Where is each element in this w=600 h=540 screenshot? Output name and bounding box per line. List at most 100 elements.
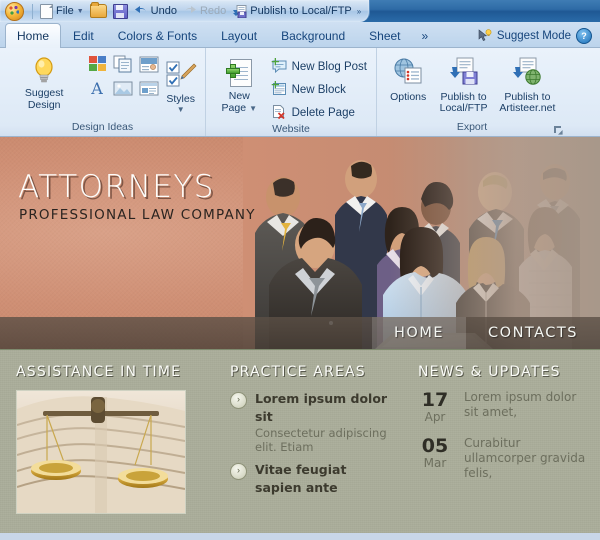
publish-disk-icon: [449, 57, 479, 89]
styles-brush-icon: [165, 60, 197, 93]
ribbon-groups: Suggest Design A Styles ▼ Design Ideas N…: [0, 48, 600, 136]
dialog-launcher-icon[interactable]: [554, 126, 563, 135]
site-banner[interactable]: ATTORNEYS PROFESSIONAL LAW COMPANY HOME …: [0, 137, 600, 349]
qat-publish-button[interactable]: Publish to Local/FTP »: [229, 2, 363, 20]
qat-separator: [32, 3, 33, 19]
content-layout-icon[interactable]: [138, 78, 160, 98]
qat-save-button[interactable]: [110, 2, 131, 20]
title-bar: File ▼ Undo Redo Publish to Local/FTP »: [0, 0, 600, 22]
group-label-design-ideas: Design Ideas: [71, 121, 134, 133]
color-swatches-icon[interactable]: [86, 54, 108, 74]
ribbon-right-controls: Suggest Mode ?: [478, 28, 600, 47]
list-item[interactable]: 05 Mar Curabitur ullamcorper gravida fel…: [418, 436, 590, 481]
group-label-export-text: Export: [456, 121, 488, 133]
new-page-icon: [226, 58, 253, 88]
publish-local-ftp-button[interactable]: Publish to Local/FTP: [433, 54, 493, 115]
site-nav-bar: HOME CONTACTS: [0, 317, 600, 349]
suggest-design-button[interactable]: Suggest Design: [6, 52, 82, 111]
application-menu-button[interactable]: [5, 1, 24, 21]
qat-file-label: File: [56, 5, 74, 17]
news-heading: NEWS & UPDATES: [418, 364, 561, 380]
new-block-icon: [270, 81, 287, 99]
design-ideas-icon-grid: A: [84, 52, 162, 100]
list-item[interactable]: 17 Apr Lorem ipsum dolor sit amet,: [418, 390, 590, 424]
new-blog-post-icon: [270, 58, 287, 76]
tab-background[interactable]: Background: [269, 24, 357, 47]
practice-item-title: Lorem ipsum dolor sit: [255, 391, 388, 424]
list-item[interactable]: › Vitae feugiat sapien ante: [230, 461, 390, 497]
copy-pages-icon[interactable]: [112, 54, 134, 74]
options-label: Options: [390, 90, 427, 103]
new-page-button[interactable]: New Page ▼: [212, 52, 267, 114]
picture-icon[interactable]: [112, 78, 134, 98]
options-button[interactable]: Options: [383, 54, 433, 103]
site-content-area: ASSISTANCE IN TIME PRACTICE AREAS › Lore…: [0, 349, 600, 533]
new-page-label-2: Page: [221, 101, 247, 114]
practice-areas-list: › Lorem ipsum dolor sit Consectetur adip…: [230, 390, 390, 497]
floppy-save-icon: [112, 3, 128, 19]
column-news-updates: NEWS & UPDATES 17 Apr Lorem ipsum dolor …: [400, 350, 600, 533]
publish-artisteer-label-2: Artisteer.net: [499, 102, 556, 114]
new-blog-post-label: New Blog Post: [291, 61, 367, 73]
new-block-label: New Block: [291, 84, 346, 96]
ribbon: Home Edit Colors & Fonts Layout Backgrou…: [0, 22, 600, 137]
qat-file-button[interactable]: File ▼: [37, 2, 87, 20]
tab-layout[interactable]: Layout: [209, 24, 269, 47]
news-text: Lorem ipsum dolor sit amet,: [464, 390, 577, 419]
publish-local-ftp-label-2: Local/FTP: [439, 102, 488, 114]
chevron-down-icon[interactable]: ▼: [249, 103, 257, 115]
tab-sheet[interactable]: Sheet: [357, 24, 412, 47]
practice-areas-heading: PRACTICE AREAS: [230, 364, 366, 380]
chevron-right-bullet-icon: ›: [230, 463, 247, 480]
tab-home[interactable]: Home: [5, 23, 62, 48]
website-preview-canvas[interactable]: ATTORNEYS PROFESSIONAL LAW COMPANY HOME …: [0, 137, 600, 533]
chevron-down-icon[interactable]: ▼: [177, 106, 185, 114]
qat-open-button[interactable]: [87, 2, 110, 20]
lightbulb-icon: [31, 55, 57, 85]
artisteer-window: File ▼ Undo Redo Publish to Local/FTP » …: [0, 0, 600, 540]
options-globe-icon: [393, 57, 423, 89]
group-label-website: Website: [272, 123, 310, 135]
font-letter-icon[interactable]: A: [86, 78, 108, 98]
folder-open-icon: [89, 2, 107, 18]
styles-label: Styles: [166, 93, 195, 105]
chevron-double-right-icon[interactable]: »: [357, 7, 362, 16]
delete-page-icon: [270, 104, 287, 122]
document-icon: [40, 3, 53, 19]
column-practice-areas: PRACTICE AREAS › Lorem ipsum dolor sit C…: [222, 350, 400, 533]
new-block-button[interactable]: New Block: [267, 80, 370, 100]
news-date: 05 Mar: [418, 436, 452, 470]
new-blog-post-button[interactable]: New Blog Post: [267, 57, 370, 77]
tab-colors-fonts[interactable]: Colors & Fonts: [106, 24, 209, 47]
nav-item-contacts[interactable]: CONTACTS: [466, 317, 600, 349]
site-title[interactable]: ATTORNEYS: [18, 169, 215, 205]
suggest-mode-label[interactable]: Suggest Mode: [497, 30, 571, 42]
group-label-export: Export: [377, 121, 567, 136]
scales-of-justice-image[interactable]: [16, 390, 186, 514]
ribbon-tab-row: Home Edit Colors & Fonts Layout Backgrou…: [0, 22, 600, 48]
tab-more-button[interactable]: »: [413, 24, 438, 47]
chevron-down-icon: ▼: [76, 7, 84, 15]
delete-page-button[interactable]: Delete Page: [267, 103, 370, 123]
nav-item-home[interactable]: HOME: [372, 317, 467, 349]
qat-undo-button[interactable]: Undo: [131, 2, 180, 20]
publish-artisteer-button[interactable]: Publish to Artisteer.net: [494, 54, 561, 115]
header-image-icon[interactable]: [138, 54, 160, 74]
news-day: 05: [421, 435, 449, 457]
qat-redo-button[interactable]: Redo: [180, 2, 229, 20]
suggest-mode-cursor-bulb-icon: [478, 29, 492, 43]
practice-item-text: Consectetur adipiscing elit. Etiam: [255, 426, 387, 454]
styles-button[interactable]: Styles ▼: [162, 52, 199, 114]
ribbon-group-website: New Page ▼ New Blog Post New Block Delet…: [205, 48, 376, 136]
column-assistance: ASSISTANCE IN TIME: [0, 350, 222, 533]
qat-publish-label: Publish to Local/FTP: [250, 5, 352, 17]
publish-ftp-icon: [232, 4, 247, 18]
list-item[interactable]: › Lorem ipsum dolor sit Consectetur adip…: [230, 390, 390, 454]
redo-arrow-icon: [183, 5, 197, 17]
qat-redo-label: Redo: [199, 5, 227, 17]
news-month: Apr: [424, 410, 446, 424]
qat-undo-label: Undo: [150, 5, 177, 17]
site-tagline[interactable]: PROFESSIONAL LAW COMPANY: [19, 207, 256, 223]
tab-edit[interactable]: Edit: [61, 24, 106, 47]
help-icon[interactable]: ?: [576, 28, 592, 44]
